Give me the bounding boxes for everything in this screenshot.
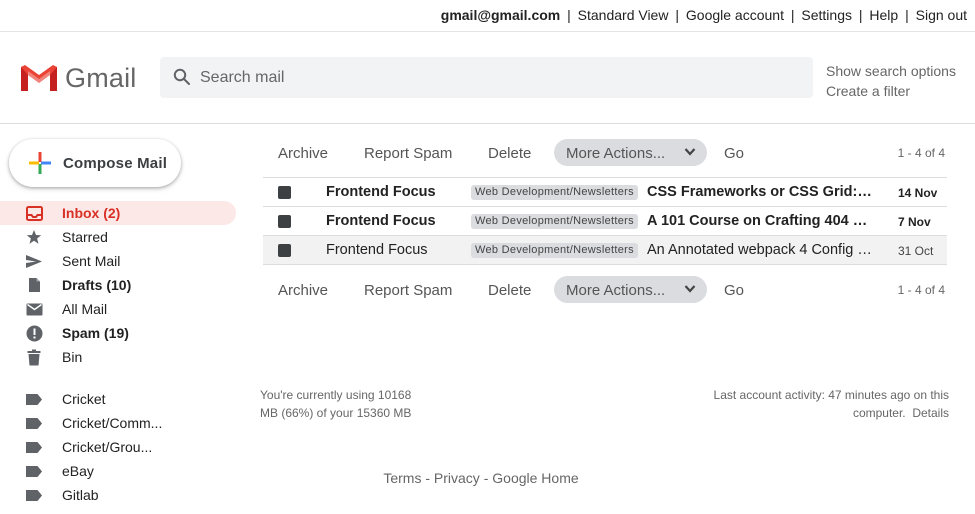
more-actions-label: More Actions... xyxy=(566,145,666,162)
mail-icon xyxy=(25,301,43,317)
sidebar-item-label: Inbox (2) xyxy=(62,205,121,221)
pager-count: 1 - 4 of 4 xyxy=(897,146,945,160)
chevron-down-icon xyxy=(684,148,696,156)
show-search-options-link[interactable]: Show search options xyxy=(826,61,956,81)
message-sender: Frontend Focus xyxy=(326,184,436,200)
chevron-down-icon xyxy=(684,285,696,293)
sidebar-item-bin[interactable]: Bin xyxy=(0,345,240,369)
sidebar-item-all-mail[interactable]: All Mail xyxy=(0,297,240,321)
send-icon xyxy=(25,253,43,269)
sidebar-item-drafts[interactable]: Drafts (10) xyxy=(0,273,240,297)
standard-view-link[interactable]: Standard View xyxy=(578,7,669,23)
header: Gmail Show search options Create a filte… xyxy=(0,32,975,124)
sidebar-item-label: Drafts (10) xyxy=(62,277,132,293)
star-icon xyxy=(25,229,43,245)
more-actions-dropdown[interactable]: More Actions... xyxy=(554,139,707,166)
plus-multicolor-icon xyxy=(29,152,51,174)
label-icon xyxy=(25,439,43,455)
sidebar-item-label: Sent Mail xyxy=(62,253,121,269)
search-input[interactable] xyxy=(200,57,800,98)
report-spam-button[interactable]: Report Spam xyxy=(364,145,452,162)
message-checkbox[interactable] xyxy=(278,244,291,257)
account-links: gmail@gmail.com | Standard View | Google… xyxy=(440,7,967,23)
actions-bar-top: Archive Report Spam Delete More Actions.… xyxy=(263,139,947,167)
gmail-logo[interactable]: Gmail xyxy=(19,63,137,93)
sidebar-item-label: Cricket/Grou... xyxy=(62,439,153,455)
sidebar-item-label: Cricket/Comm... xyxy=(62,415,163,431)
message-subject: An Annotated webpack 4 Config for xyxy=(647,242,873,258)
go-button[interactable]: Go xyxy=(724,145,744,162)
account-activity: Last account activity: 47 minutes ago on… xyxy=(699,386,949,422)
message-label-chip[interactable]: Web Development/Newsletters xyxy=(471,214,638,229)
message-checkbox[interactable] xyxy=(278,186,291,199)
google-home-link[interactable]: Google Home xyxy=(492,470,578,486)
gmail-wordmark: Gmail xyxy=(65,62,137,93)
sidebar-nav: Inbox (2) Starred Sent Mail Drafts (10) … xyxy=(0,201,240,507)
draft-icon xyxy=(25,277,43,293)
terms-link[interactable]: Terms xyxy=(383,470,421,486)
delete-button[interactable]: Delete xyxy=(488,282,531,299)
search-icon xyxy=(173,68,190,85)
archive-button[interactable]: Archive xyxy=(278,145,328,162)
bin-icon xyxy=(25,349,43,365)
message-date: 31 Oct xyxy=(898,244,934,258)
message-date: 7 Nov xyxy=(898,215,931,229)
sidebar-item-label: Starred xyxy=(62,229,108,245)
sidebar-label-cricket-comm[interactable]: Cricket/Comm... xyxy=(0,411,240,435)
sidebar-item-label: Gitlab xyxy=(62,487,99,503)
sidebar-item-inbox[interactable]: Inbox (2) xyxy=(0,201,236,225)
privacy-link[interactable]: Privacy xyxy=(434,470,480,486)
sidebar-item-spam[interactable]: Spam (19) xyxy=(0,321,240,345)
message-sender: Frontend Focus xyxy=(326,242,428,258)
message-sender: Frontend Focus xyxy=(326,213,436,229)
create-filter-link[interactable]: Create a filter xyxy=(826,81,956,101)
footer-links: Terms - Privacy - Google Home xyxy=(383,470,579,486)
sidebar-item-label: All Mail xyxy=(62,301,108,317)
sign-out-link[interactable]: Sign out xyxy=(916,7,967,23)
message-list: Frontend Focus Web Development/Newslette… xyxy=(263,177,947,265)
sidebar-item-sent[interactable]: Sent Mail xyxy=(0,249,240,273)
details-link[interactable]: Details xyxy=(912,406,949,420)
storage-usage: You're currently using 10168 MB (66%) of… xyxy=(260,388,412,420)
sidebar-item-label: Bin xyxy=(62,349,83,365)
message-date: 14 Nov xyxy=(898,186,938,200)
delete-button[interactable]: Delete xyxy=(488,145,531,162)
message-row[interactable]: Frontend Focus Web Development/Newslette… xyxy=(263,207,947,236)
more-actions-label: More Actions... xyxy=(566,282,666,299)
sidebar-item-label: Spam (19) xyxy=(62,325,129,341)
inbox-icon xyxy=(25,205,43,221)
message-row[interactable]: Frontend Focus Web Development/Newslette… xyxy=(263,178,947,207)
pager-count: 1 - 4 of 4 xyxy=(897,283,945,297)
actions-bar-bottom: Archive Report Spam Delete More Actions.… xyxy=(263,276,947,304)
search-box[interactable] xyxy=(160,57,813,98)
label-icon xyxy=(25,391,43,407)
more-actions-dropdown[interactable]: More Actions... xyxy=(554,276,707,303)
compose-label: Compose Mail xyxy=(63,154,168,172)
settings-link[interactable]: Settings xyxy=(801,7,852,23)
message-subject: CSS Frameworks or CSS Grid: W... xyxy=(647,184,873,200)
sidebar-label-cricket-grou[interactable]: Cricket/Grou... xyxy=(0,435,240,459)
archive-button[interactable]: Archive xyxy=(278,282,328,299)
label-icon xyxy=(25,415,43,431)
account-email: gmail@gmail.com xyxy=(440,7,561,23)
message-checkbox[interactable] xyxy=(278,215,291,228)
sidebar-item-label: Cricket xyxy=(62,391,106,407)
report-spam-button[interactable]: Report Spam xyxy=(364,282,452,299)
google-account-link[interactable]: Google account xyxy=(686,7,784,23)
go-button[interactable]: Go xyxy=(724,282,744,299)
message-subject: A 101 Course on Crafting 404 Pa... xyxy=(647,213,873,229)
message-label-chip[interactable]: Web Development/Newsletters xyxy=(471,185,638,200)
spam-icon xyxy=(25,325,43,341)
label-icon xyxy=(25,487,43,503)
message-row[interactable]: Frontend Focus Web Development/Newslette… xyxy=(263,236,947,265)
help-link[interactable]: Help xyxy=(869,7,898,23)
message-label-chip[interactable]: Web Development/Newsletters xyxy=(471,243,638,258)
search-options: Show search options Create a filter xyxy=(826,61,956,101)
sidebar-label-cricket[interactable]: Cricket xyxy=(0,387,240,411)
account-bar: gmail@gmail.com | Standard View | Google… xyxy=(0,0,975,32)
compose-button[interactable]: Compose Mail xyxy=(9,139,181,187)
gmail-m-icon xyxy=(21,65,57,91)
sidebar-item-starred[interactable]: Starred xyxy=(0,225,240,249)
sidebar-label-gitlab[interactable]: Gitlab xyxy=(0,483,240,507)
